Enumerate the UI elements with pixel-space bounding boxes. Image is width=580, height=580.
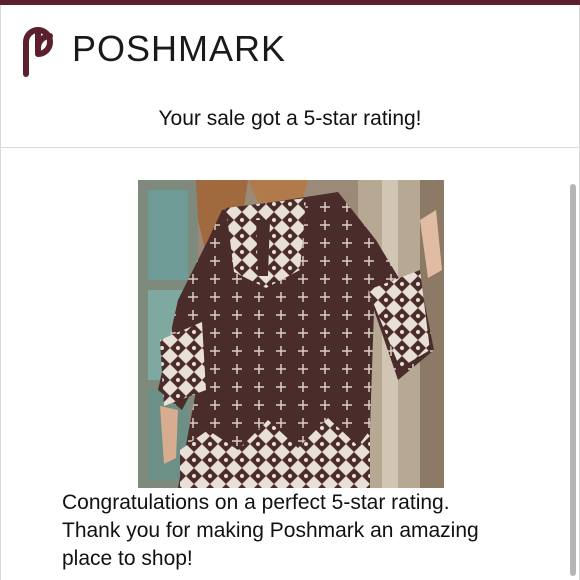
product-photo[interactable] (138, 180, 444, 488)
rating-message: Congratulations on a perfect 5-star rati… (62, 489, 542, 573)
scrollbar-thumb[interactable] (570, 184, 576, 576)
poshmark-logo-icon (23, 27, 53, 77)
email-header: POSHMARK Your sale got a 5-star rating! (0, 5, 580, 147)
message-line-1: Congratulations on a perfect 5-star rati… (62, 491, 450, 514)
tunic-dress-photo-icon (138, 180, 444, 488)
email-subject: Your sale got a 5-star rating! (158, 107, 422, 130)
header-divider (0, 147, 580, 148)
message-line-2: Thank you for making Poshmark an amazing (62, 519, 479, 542)
brand-wordmark: POSHMARK (72, 28, 287, 69)
message-line-3: place to shop! (62, 547, 193, 570)
